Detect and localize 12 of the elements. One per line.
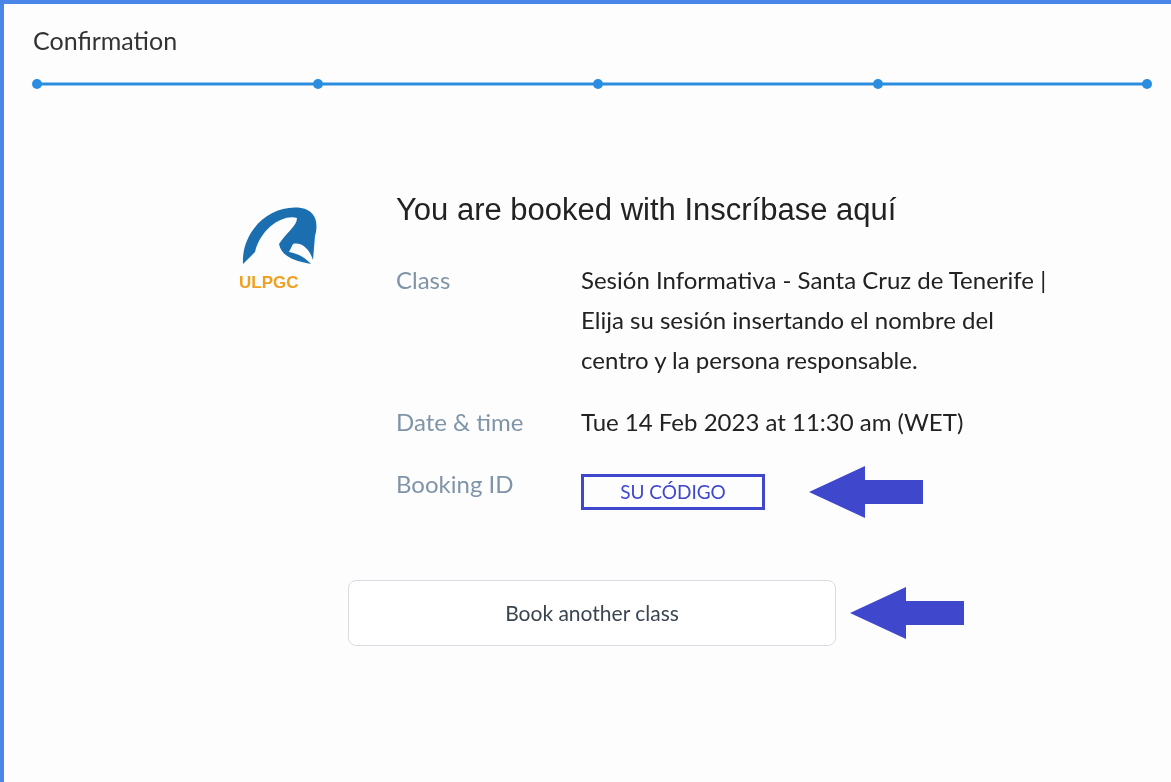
booking-heading: You are booked with Inscríbase aquí [396, 191, 898, 229]
book-another-class-button[interactable]: Book another class [348, 580, 836, 646]
arrow-icon [848, 585, 966, 641]
logo-text: ULPGC [239, 272, 299, 294]
detail-label: Class [396, 264, 452, 296]
detail-value: Sesión Informativa - Santa Cruz de Tenerife | Elija su sesión insertando el nombre del centro y la persona responsable. [581, 264, 1048, 376]
arrow-icon [807, 464, 925, 520]
booking-code: SU CÓDIGO [581, 474, 765, 510]
detail-label: Date & time [396, 406, 525, 438]
detail-label: Booking ID [396, 468, 515, 500]
detail-value: Tue 14 Feb 2023 at 11:30 am (WET) [581, 406, 965, 438]
page-title: Confirmation [32, 24, 179, 57]
